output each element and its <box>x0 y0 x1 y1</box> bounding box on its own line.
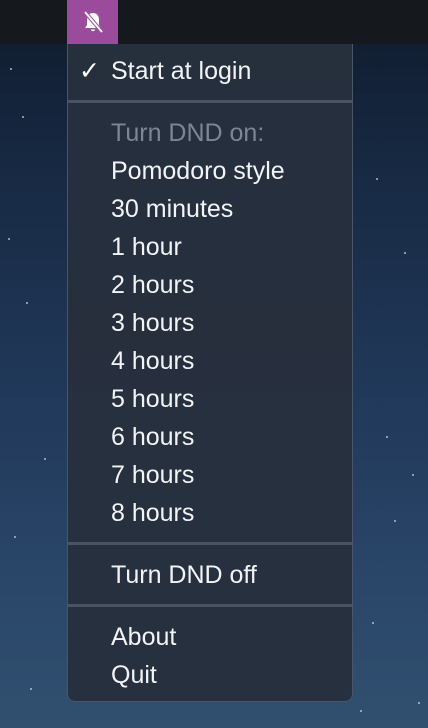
menu-item-label: Start at login <box>111 57 252 85</box>
checkmark-icon: ✓ <box>79 57 100 85</box>
menu-section-header: Turn DND on: <box>111 119 265 147</box>
bell-slash-icon <box>82 10 104 34</box>
menu-separator <box>68 100 352 103</box>
menu-item-30-minutes[interactable]: 30 minutes <box>111 190 342 228</box>
dnd-tray-button[interactable] <box>67 0 118 44</box>
menu-item-3-hours[interactable]: 3 hours <box>111 304 342 342</box>
menu-item-7-hours[interactable]: 7 hours <box>111 456 342 494</box>
dnd-dropdown-menu: ✓ Start at login Turn DND on: Pomodoro s… <box>67 44 353 702</box>
menu-separator <box>68 542 352 545</box>
menu-item-turn-dnd-off[interactable]: Turn DND off <box>111 556 342 594</box>
menu-separator <box>68 604 352 607</box>
menu-item-2-hours[interactable]: 2 hours <box>111 266 342 304</box>
menu-item-1-hour[interactable]: 1 hour <box>111 228 342 266</box>
menu-item-4-hours[interactable]: 4 hours <box>111 342 342 380</box>
menu-item-6-hours[interactable]: 6 hours <box>111 418 342 456</box>
menu-item-quit[interactable]: Quit <box>111 656 342 694</box>
menu-item-about[interactable]: About <box>111 618 342 656</box>
menu-item-5-hours[interactable]: 5 hours <box>111 380 342 418</box>
menu-bar <box>0 0 428 44</box>
menu-item-pomodoro[interactable]: Pomodoro style <box>111 152 342 190</box>
menu-item-start-at-login[interactable]: ✓ Start at login <box>79 52 342 90</box>
menu-item-8-hours[interactable]: 8 hours <box>111 494 342 532</box>
